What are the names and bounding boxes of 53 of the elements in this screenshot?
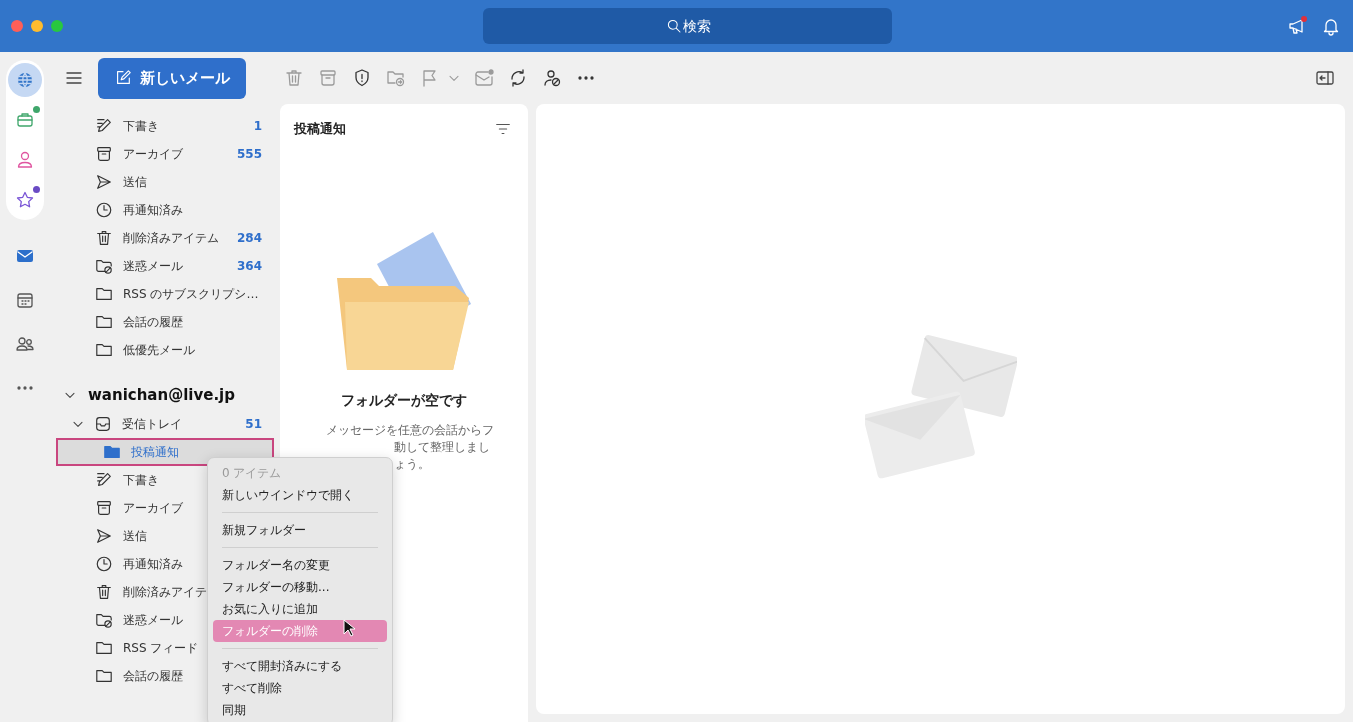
folder-icon — [95, 313, 113, 331]
empty-description: 動して整理しまし — [393, 439, 491, 456]
archive-icon — [95, 499, 113, 517]
account-header[interactable]: wanichan@live.jp — [50, 380, 280, 410]
empty-description: メッセージを任意の会話からフ — [326, 422, 495, 439]
folder-item[interactable]: 投稿通知 — [56, 438, 274, 466]
folder-item[interactable]: 削除済みアイテム 284 — [50, 224, 280, 252]
menu-item[interactable]: 同期 — [213, 699, 387, 721]
list-title: 投稿通知 — [294, 120, 346, 138]
globe-icon[interactable] — [8, 63, 42, 97]
search-field[interactable]: 検索 — [483, 8, 892, 44]
folder-icon — [95, 639, 113, 657]
folder-item[interactable]: 低優先メール — [50, 336, 280, 364]
empty-description: ょう。 — [393, 456, 431, 473]
cursor-icon — [343, 619, 355, 637]
folder-icon — [95, 667, 113, 685]
menu-item[interactable]: すべて開封済みにする — [213, 655, 387, 677]
folder-item[interactable]: 下書き 1 — [50, 112, 280, 140]
clock-icon — [95, 555, 113, 573]
compose-icon — [114, 69, 132, 87]
sent-icon — [95, 173, 113, 191]
megaphone-icon[interactable] — [1287, 16, 1307, 36]
empty-title: フォルダーが空です — [341, 392, 467, 410]
inbox-icon — [94, 415, 112, 433]
junk-icon — [95, 611, 113, 629]
folder-item[interactable]: 迷惑メール 364 — [50, 252, 280, 280]
sent-icon — [95, 527, 113, 545]
junk-icon — [95, 257, 113, 275]
trash-icon — [95, 229, 113, 247]
folder-item[interactable]: 再通知済み — [50, 196, 280, 224]
menu-item[interactable]: すべて削除 — [213, 677, 387, 699]
menu-item[interactable]: 新規フォルダー — [213, 519, 387, 541]
draft-icon — [95, 117, 113, 135]
menu-item[interactable]: お気に入りに追加 — [213, 598, 387, 620]
folder-item[interactable]: アーカイブ 555 — [50, 140, 280, 168]
folder-filled-icon — [103, 443, 121, 461]
menu-item[interactable]: 新しいウインドウで開く — [213, 484, 387, 506]
bell-icon[interactable] — [1321, 16, 1341, 36]
folder-item[interactable]: 受信トレイ 51 — [50, 410, 280, 438]
menu-item[interactable]: フォルダーの移動... — [213, 576, 387, 598]
menu-item[interactable]: フォルダー名の変更 — [213, 554, 387, 576]
folder-item[interactable]: 会話の履歴 — [50, 308, 280, 336]
folder-icon — [95, 285, 113, 303]
search-icon — [666, 18, 682, 34]
draft-icon — [95, 471, 113, 489]
folder-item[interactable]: 送信 — [50, 168, 280, 196]
window-control[interactable] — [31, 20, 43, 32]
new-mail-button[interactable]: 新しいメール — [98, 57, 246, 99]
folder-icon — [95, 341, 113, 359]
archive-icon — [95, 145, 113, 163]
trash-icon — [95, 583, 113, 601]
folder-item[interactable]: RSS のサブスクリプシ… — [50, 280, 280, 308]
clock-icon — [95, 201, 113, 219]
